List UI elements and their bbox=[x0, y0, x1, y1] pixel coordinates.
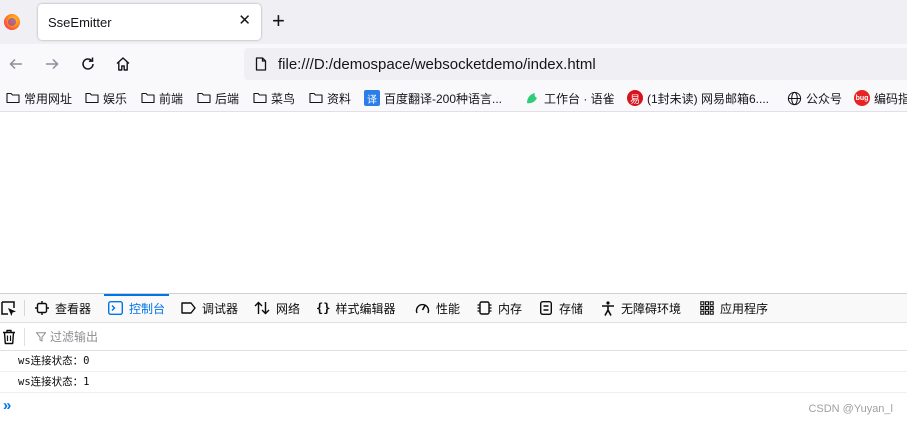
console-prompt-icon[interactable]: » bbox=[3, 398, 11, 414]
bookmark-label: 编码指 bbox=[874, 91, 907, 106]
tab-memory[interactable]: 内存 bbox=[477, 294, 522, 322]
watermark: CSDN @Yuyan_l bbox=[808, 403, 893, 415]
bookmark-link[interactable]: 易 (1封未读) 网易邮箱6.... bbox=[627, 89, 769, 107]
element-picker-icon[interactable] bbox=[0, 300, 18, 318]
style-editor-icon: {} bbox=[316, 301, 331, 315]
browser-tab[interactable]: SseEmitter ✕ bbox=[38, 4, 261, 40]
bookmark-folder[interactable]: 后端 bbox=[197, 89, 239, 107]
bookmark-folder[interactable]: 菜鸟 bbox=[253, 89, 295, 107]
reload-icon bbox=[82, 57, 94, 70]
tab-strip: SseEmitter ✕ + bbox=[0, 0, 907, 44]
tab-label: 性能 bbox=[436, 301, 461, 316]
tab-network[interactable]: 网络 bbox=[254, 294, 300, 322]
bookmark-folder[interactable]: 娱乐 bbox=[85, 89, 127, 107]
inspector-icon bbox=[35, 301, 49, 315]
debugger-icon bbox=[181, 302, 196, 314]
page-icon bbox=[255, 57, 267, 71]
bookmark-label: 后端 bbox=[215, 91, 240, 106]
folder-icon bbox=[253, 92, 267, 104]
bookmark-label: 娱乐 bbox=[103, 91, 128, 106]
bookmarks-toolbar: 常用网址 娱乐 前端 后端 菜鸟 资料 译 百度翻译-200种语言... 工作台… bbox=[0, 84, 907, 112]
tab-inspector[interactable]: 查看器 bbox=[35, 294, 91, 322]
memory-icon bbox=[477, 301, 492, 315]
accessibility-icon bbox=[602, 300, 614, 316]
filter-input[interactable] bbox=[50, 329, 350, 345]
tab-label: 存储 bbox=[559, 301, 584, 316]
folder-icon bbox=[6, 92, 20, 104]
folder-icon bbox=[309, 92, 323, 104]
tab-label: 控制台 bbox=[129, 301, 166, 316]
tab-application[interactable]: 应用程序 bbox=[700, 294, 768, 322]
bookmark-link[interactable]: 译 百度翻译-200种语言... bbox=[364, 89, 502, 107]
arrow-right-icon bbox=[46, 58, 59, 70]
bookmark-link[interactable]: 公众号 bbox=[787, 89, 842, 107]
tab-performance[interactable]: 性能 bbox=[415, 294, 460, 322]
netease-mail-icon: 易 bbox=[627, 90, 643, 106]
folder-icon bbox=[197, 92, 211, 104]
filter-icon bbox=[36, 332, 46, 342]
navigation-bar: file:///D:/demospace/websocketdemo/index… bbox=[0, 44, 907, 84]
performance-icon bbox=[415, 303, 430, 314]
close-tab-icon[interactable]: ✕ bbox=[238, 12, 251, 30]
forward-button[interactable] bbox=[42, 54, 62, 74]
home-icon bbox=[116, 57, 130, 71]
tab-label: 应用程序 bbox=[720, 301, 769, 316]
bookmark-label: 菜鸟 bbox=[271, 91, 296, 106]
toolbar-divider bbox=[24, 300, 25, 316]
tab-title: SseEmitter bbox=[48, 15, 112, 30]
tab-console[interactable]: 控制台 bbox=[103, 294, 170, 322]
folder-icon bbox=[85, 92, 99, 104]
tab-label: 网络 bbox=[276, 301, 301, 316]
globe-icon bbox=[787, 91, 802, 105]
tab-debugger[interactable]: 调试器 bbox=[181, 294, 238, 322]
bookmark-link[interactable]: bug 编码指 bbox=[854, 89, 907, 107]
tab-storage[interactable]: 存储 bbox=[539, 294, 583, 322]
bookmark-label: 资料 bbox=[327, 91, 352, 106]
bookmark-label: 公众号 bbox=[806, 91, 843, 106]
tab-label: 调试器 bbox=[202, 301, 239, 316]
firefox-view-icon[interactable] bbox=[4, 14, 20, 30]
bookmark-label: 常用网址 bbox=[24, 91, 73, 106]
network-icon bbox=[254, 301, 270, 315]
bookmark-label: (1封未读) 网易邮箱6.... bbox=[647, 91, 770, 106]
trash-icon[interactable] bbox=[2, 329, 16, 345]
console-message: ws连接状态：0 bbox=[0, 351, 907, 372]
page-content bbox=[0, 113, 907, 293]
storage-icon bbox=[540, 301, 552, 315]
baidu-translate-icon: 译 bbox=[364, 90, 380, 106]
bookmark-folder[interactable]: 前端 bbox=[141, 89, 183, 107]
tab-accessibility[interactable]: 无障碍环境 bbox=[601, 294, 681, 322]
yuque-icon bbox=[527, 93, 537, 104]
home-button[interactable] bbox=[113, 54, 133, 74]
bookmark-link[interactable]: 工作台 · 语雀 bbox=[524, 89, 615, 107]
bookmark-label: 前端 bbox=[159, 91, 184, 106]
url-text[interactable]: file:///D:/demospace/websocketdemo/index… bbox=[278, 56, 596, 73]
console-message: ws连接状态：1 bbox=[0, 372, 907, 393]
filter-divider bbox=[24, 328, 25, 346]
devtools-toolbar: 查看器 控制台 调试器 网络 {} 样式编辑器 性能 内存 存储 无障碍环境 应… bbox=[0, 294, 907, 323]
console-icon bbox=[108, 301, 123, 315]
bug-icon: bug bbox=[854, 90, 870, 106]
reload-button[interactable] bbox=[78, 54, 98, 74]
tab-label: 无障碍环境 bbox=[621, 301, 682, 316]
arrow-left-icon bbox=[9, 58, 22, 70]
back-button[interactable] bbox=[6, 54, 26, 74]
bookmark-folder[interactable]: 常用网址 bbox=[6, 89, 72, 107]
bookmark-label: 百度翻译-200种语言... bbox=[384, 91, 503, 106]
devtools-panel: 查看器 控制台 调试器 网络 {} 样式编辑器 性能 内存 存储 无障碍环境 应… bbox=[0, 293, 907, 425]
application-icon bbox=[700, 301, 714, 315]
tab-label: 样式编辑器 bbox=[335, 301, 396, 316]
console-filter-bar bbox=[0, 323, 907, 351]
tab-style-editor[interactable]: {} 样式编辑器 bbox=[316, 294, 395, 322]
folder-icon bbox=[141, 92, 155, 104]
bookmark-folder[interactable]: 资料 bbox=[309, 89, 351, 107]
tab-label: 内存 bbox=[498, 301, 523, 316]
url-bar[interactable]: file:///D:/demospace/websocketdemo/index… bbox=[244, 48, 907, 80]
new-tab-button[interactable]: + bbox=[272, 10, 285, 32]
tab-label: 查看器 bbox=[55, 301, 92, 316]
bookmark-label: 工作台 · 语雀 bbox=[544, 91, 615, 106]
